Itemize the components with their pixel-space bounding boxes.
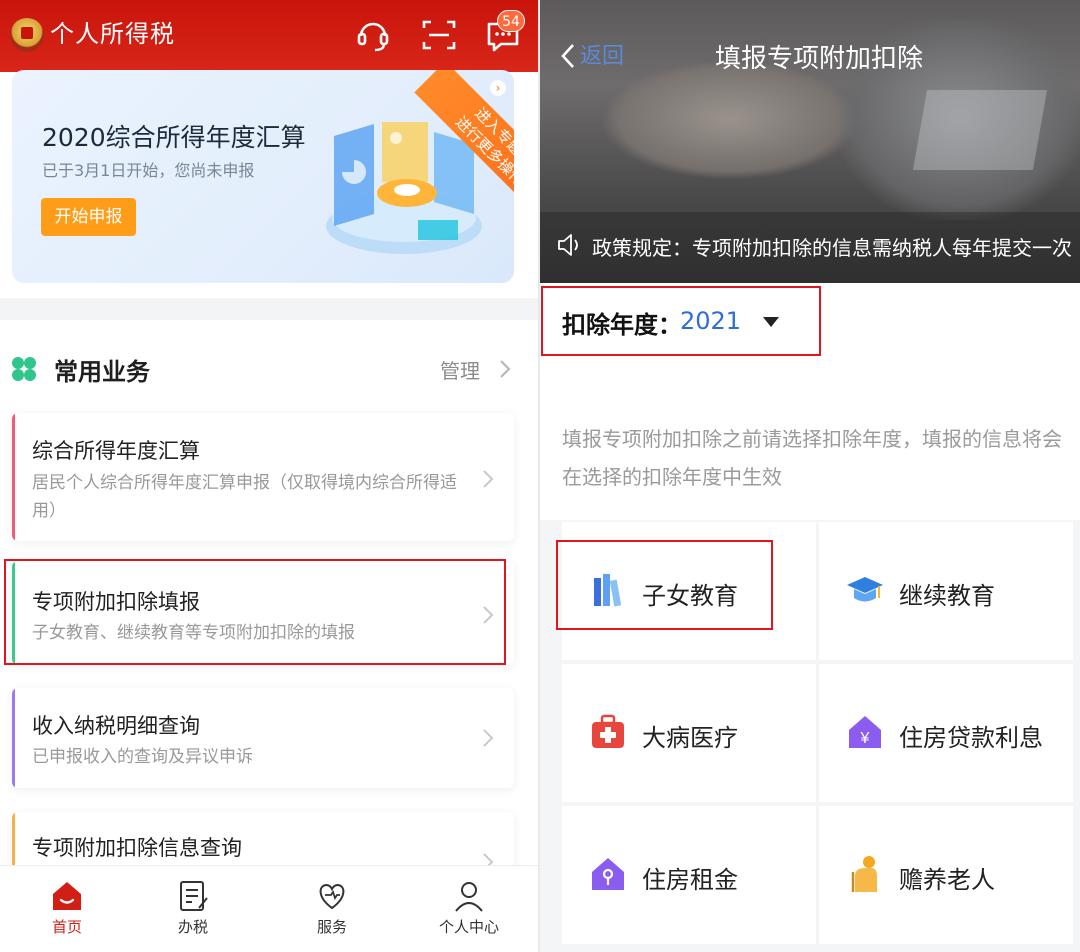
common-services-icon (12, 357, 36, 381)
page-title: 填报专项附加扣除 (715, 44, 924, 74)
top-bar: 个人所得税 54 (0, 0, 538, 72)
annual-settlement-banner[interactable]: 2020综合所得年度汇算 已于3月1日开始，您尚未申报 开始申报 进入专题页 进… (12, 70, 514, 283)
card-desc: 已申报收入的查询及异议申诉 (32, 747, 253, 767)
card-desc: 居民个人综合所得年度汇算申报（仅取得境内综合所得适用） (32, 473, 457, 521)
category-housing-rent[interactable]: 住房租金 (562, 806, 816, 944)
year-hint: 填报专项附加扣除之前请选择扣除年度，填报的信息将会在选择的扣除年度中生效 (562, 427, 1062, 489)
category-label: 赡养老人 (899, 866, 995, 894)
section-separator (0, 298, 538, 320)
start-declare-button[interactable]: 开始申报 (41, 198, 136, 236)
tab-label: 办税 (177, 918, 208, 936)
home-icon (53, 882, 81, 910)
bottom-tab-bar: 首页 办税 服务 个人中心 (0, 865, 538, 952)
user-icon (455, 882, 483, 912)
ribbon-arrow-icon[interactable]: › (490, 80, 506, 96)
policy-notice: 政策规定：专项附加扣除的信息需纳税人每年提交一次 (592, 236, 1072, 260)
highlight-box-category (556, 540, 773, 630)
svg-text:¥: ¥ (860, 730, 870, 747)
chevron-right-icon (483, 729, 494, 747)
speaker-icon (558, 234, 578, 256)
card-title: 专项附加扣除信息查询 (32, 836, 242, 860)
category-label: 继续教育 (899, 582, 995, 610)
tab-label: 首页 (51, 918, 82, 936)
app-title: 个人所得税 (50, 20, 175, 48)
banner-title: 2020综合所得年度汇算 (42, 123, 306, 152)
category-serious-illness[interactable]: 大病医疗 (562, 664, 816, 802)
card-title: 综合所得年度汇算 (32, 439, 200, 463)
right-screen: 返回 填报专项附加扣除 政策规定：专项附加扣除的信息需纳税人每年提交一次 扣除年… (540, 0, 1080, 952)
tab-label: 服务 (316, 918, 347, 936)
service-card-income-tax-query[interactable]: 收入纳税明细查询 已申报收入的查询及异议申诉 (12, 688, 514, 788)
service-heart-icon (319, 883, 345, 910)
back-link[interactable]: 返回 (580, 38, 624, 70)
category-label: 住房贷款利息 (899, 724, 1043, 752)
tab-home[interactable]: 首页 (0, 866, 134, 952)
chevron-right-icon (483, 470, 494, 488)
left-screen: 个人所得税 54 2020综合所得年度汇算 已于3月1日开始，您尚未申报 开始申… (0, 0, 538, 952)
highlight-box-card (4, 559, 506, 665)
tax-form-icon (180, 881, 208, 911)
service-card-annual-settlement[interactable]: 综合所得年度汇算 居民个人综合所得年度汇算申报（仅取得境内综合所得适用） (12, 413, 514, 541)
medical-kit-icon (592, 714, 624, 748)
back-chevron-icon[interactable] (560, 42, 576, 70)
elderly-person-icon (851, 856, 877, 892)
tab-service[interactable]: 服务 (265, 866, 399, 952)
card-accent-bar (12, 413, 15, 541)
customer-service-icon[interactable] (354, 16, 392, 54)
house-key-icon (592, 858, 624, 890)
category-mortgage-interest[interactable]: ¥ 住房贷款利息 (819, 664, 1073, 802)
section-title: 常用业务 (54, 358, 150, 386)
tax-emblem-icon (10, 18, 44, 52)
house-yuan-icon: ¥ (849, 716, 881, 748)
manage-link[interactable]: 管理 (440, 355, 480, 384)
chevron-right-icon[interactable] (498, 359, 512, 379)
category-label: 住房租金 (642, 866, 738, 894)
scan-icon[interactable] (420, 16, 458, 54)
banner-subtitle: 已于3月1日开始，您尚未申报 (42, 161, 255, 180)
message-count-badge: 54 (497, 10, 525, 32)
tab-tax[interactable]: 办税 (126, 866, 260, 952)
card-title: 收入纳税明细查询 (32, 714, 200, 738)
category-elderly-support[interactable]: 赡养老人 (819, 806, 1073, 944)
highlight-box-year (541, 286, 821, 356)
graduation-cap-icon (847, 577, 883, 602)
tab-label: 个人中心 (438, 918, 499, 936)
category-continuing-education[interactable]: 继续教育 (819, 522, 1073, 660)
card-accent-bar (12, 688, 15, 788)
tab-profile[interactable]: 个人中心 (402, 866, 536, 952)
category-label: 大病医疗 (642, 724, 738, 752)
